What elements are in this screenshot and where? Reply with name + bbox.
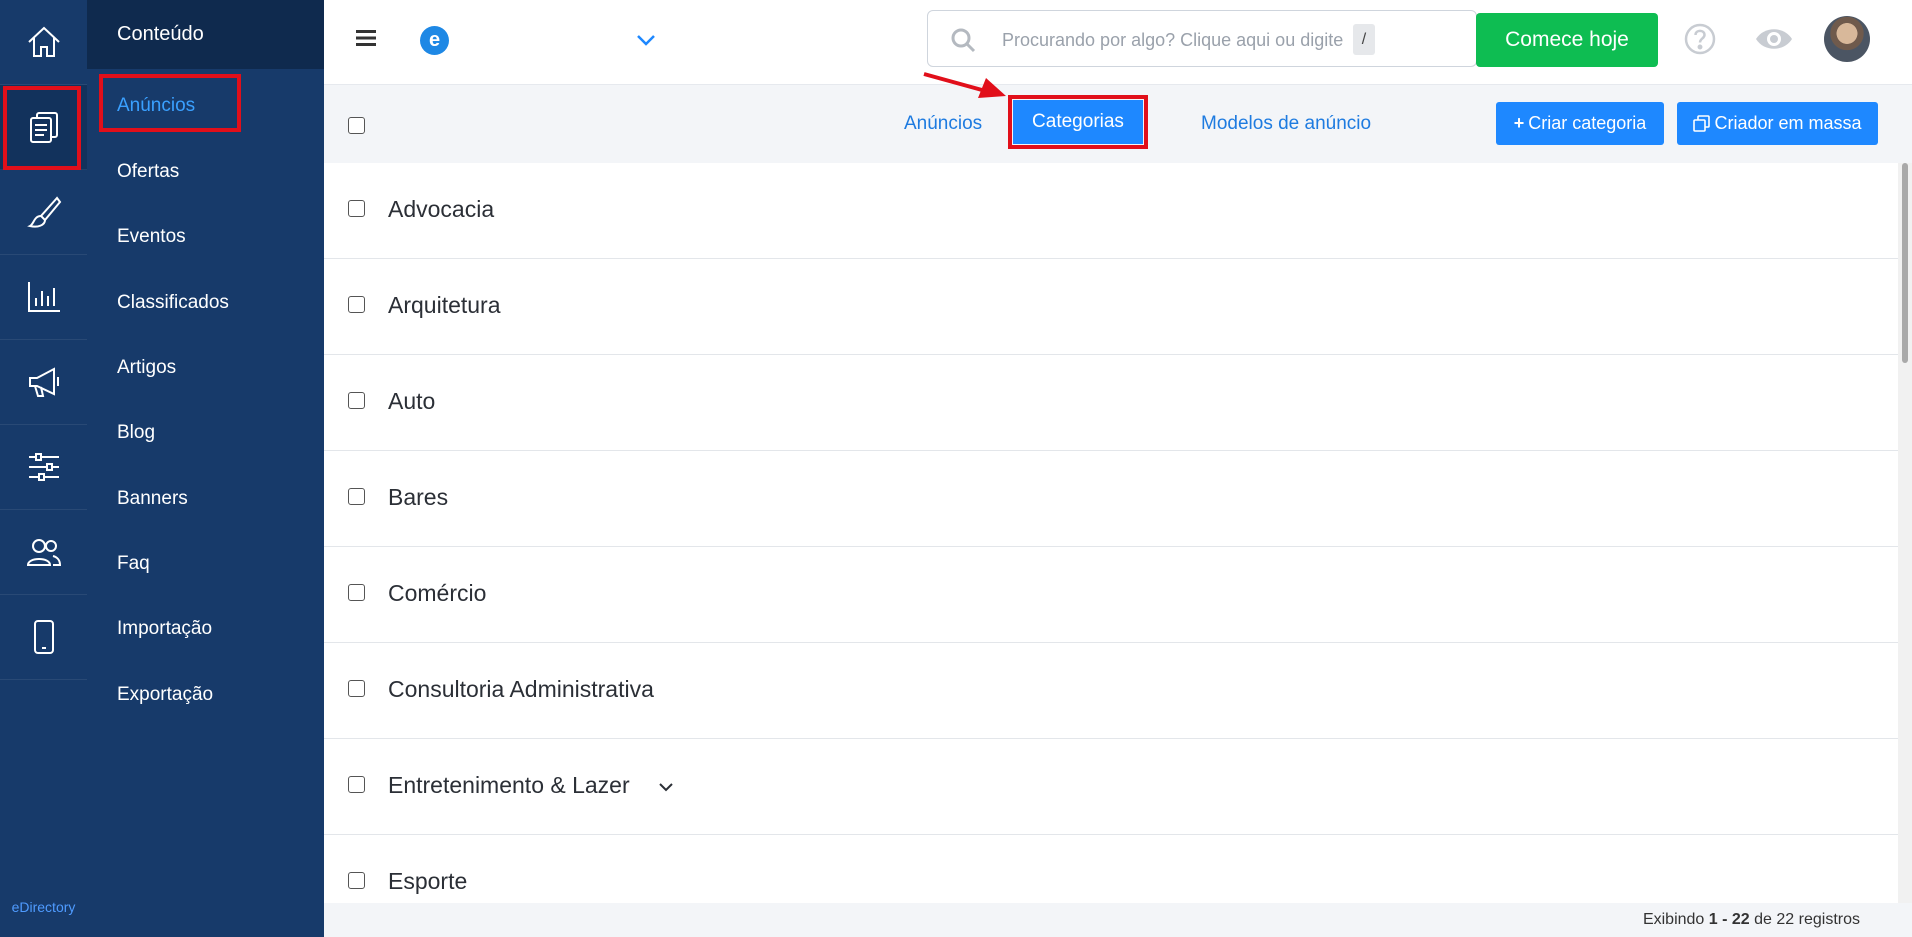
list-item[interactable]: Advocacia [324, 163, 1898, 259]
avatar[interactable] [1824, 16, 1870, 62]
users-icon [26, 539, 61, 566]
category-name[interactable]: Arquitetura [388, 292, 501, 319]
list-item[interactable]: Esporte [324, 835, 1898, 903]
category-name[interactable]: Advocacia [388, 196, 494, 223]
subnav-item-faq[interactable]: Faq [117, 553, 150, 575]
rail-settings[interactable] [0, 425, 87, 510]
plus-icon: + [1513, 113, 1525, 133]
tab-modelos[interactable]: Modelos de anúncio [1201, 113, 1371, 135]
search-icon [951, 28, 976, 53]
annotation-box [3, 86, 81, 170]
rail-app[interactable] [0, 595, 87, 680]
select-all-checkbox[interactable] [348, 117, 365, 134]
tab-categorias[interactable]: Categorias [1008, 95, 1148, 149]
top-bar: e Procurando por algo? Clique aqui ou di… [324, 0, 1912, 85]
chevron-down-icon[interactable] [634, 30, 658, 50]
rail-home[interactable] [0, 0, 87, 85]
create-category-button[interactable]: + Criar categoria [1496, 102, 1664, 145]
megaphone-icon [28, 367, 59, 397]
row-checkbox[interactable] [348, 296, 365, 313]
category-name[interactable]: Bares [388, 484, 448, 511]
records-count: Exibindo 1 - 22 de 22 registros [1642, 911, 1860, 928]
list-item[interactable]: Entretenimento & Lazer [324, 739, 1898, 835]
row-checkbox[interactable] [348, 392, 365, 409]
list-item[interactable]: Consultoria Administrativa [324, 643, 1898, 739]
row-checkbox[interactable] [348, 200, 365, 217]
help-icon[interactable] [1683, 22, 1717, 56]
subnav-item-eventos[interactable]: Eventos [117, 226, 186, 248]
subnav-item-exportacao[interactable]: Exportação [117, 684, 213, 706]
bulk-creator-button[interactable]: Criador em massa [1677, 102, 1878, 145]
list-item[interactable]: Arquitetura [324, 259, 1898, 355]
copy-icon [1693, 115, 1711, 132]
subnav-item-banners[interactable]: Banners [117, 488, 188, 510]
eye-icon[interactable] [1754, 25, 1794, 53]
create-category-label: Criar categoria [1528, 113, 1647, 133]
subnav-item-importacao[interactable]: Importação [117, 618, 212, 640]
rail-promote[interactable] [0, 340, 87, 425]
annotation-box [99, 74, 241, 132]
expand-chevron-icon[interactable] [658, 781, 674, 793]
brand-label[interactable]: eDirectory [0, 899, 87, 915]
subnav-item-classificados[interactable]: Classificados [117, 292, 229, 314]
subnav-item-artigos[interactable]: Artigos [117, 357, 176, 379]
scrollbar[interactable] [1898, 163, 1912, 903]
row-checkbox[interactable] [348, 488, 365, 505]
site-logo[interactable]: e [420, 26, 449, 55]
content-subnav: Conteúdo Anúncios Ofertas Eventos Classi… [87, 0, 324, 937]
subnav-title: Conteúdo [87, 0, 324, 69]
mobile-icon [33, 620, 54, 654]
scrollbar-thumb[interactable] [1902, 163, 1908, 363]
tab-anuncios[interactable]: Anúncios [904, 113, 982, 135]
category-name[interactable]: Auto [388, 388, 435, 415]
search-placeholder: Procurando por algo? Clique aqui ou digi… [1002, 30, 1344, 50]
rail-reports[interactable] [0, 255, 87, 340]
list-item[interactable]: Auto [324, 355, 1898, 451]
category-name[interactable]: Esporte [388, 868, 467, 895]
tabs-bar: Anúncios Categorias Modelos de anúncio +… [324, 85, 1912, 163]
home-icon [27, 26, 60, 57]
subnav-item-ofertas[interactable]: Ofertas [117, 161, 179, 183]
settings-sliders-icon [28, 453, 59, 481]
row-checkbox[interactable] [348, 776, 365, 793]
category-name[interactable]: Comércio [388, 580, 486, 607]
start-today-button[interactable]: Comece hoje [1476, 13, 1658, 67]
brush-icon [26, 196, 61, 228]
menu-icon[interactable] [356, 30, 376, 46]
category-list: Advocacia Arquitetura Auto Bares Comérci… [324, 163, 1898, 903]
category-name[interactable]: Entretenimento & Lazer [388, 772, 630, 799]
row-checkbox[interactable] [348, 584, 365, 601]
search-shortcut-key: / [1353, 24, 1375, 55]
list-item[interactable]: Comércio [324, 547, 1898, 643]
list-item[interactable]: Bares [324, 451, 1898, 547]
rail-users[interactable] [0, 510, 87, 595]
annotation-arrow-icon [923, 72, 1006, 98]
category-name[interactable]: Consultoria Administrativa [388, 676, 654, 703]
row-checkbox[interactable] [348, 872, 365, 889]
chart-icon [27, 282, 60, 312]
subnav-item-blog[interactable]: Blog [117, 422, 155, 444]
bulk-creator-label: Criador em massa [1714, 113, 1862, 133]
row-checkbox[interactable] [348, 680, 365, 697]
search-input[interactable]: Procurando por algo? Clique aqui ou digi… [927, 10, 1477, 67]
rail-design[interactable] [0, 170, 87, 255]
list-footer: Exibindo 1 - 22 de 22 registros [324, 903, 1912, 937]
